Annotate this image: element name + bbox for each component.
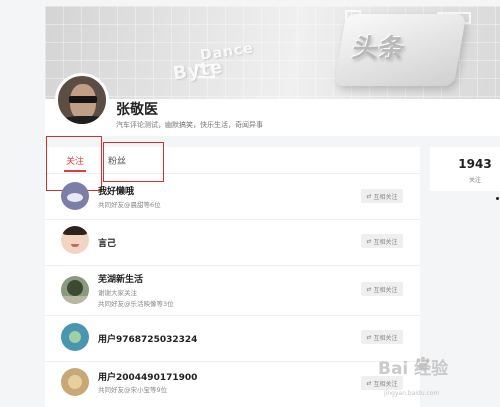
user-description: 谢谢大家关注 [98, 289, 137, 297]
watermark-url: jingyan.baidu.com [384, 390, 440, 397]
user-avatar[interactable] [61, 368, 89, 396]
user-avatar[interactable] [61, 182, 89, 210]
watermark-brand: Bai 经验 [378, 359, 449, 379]
following-count-label: 关注 [468, 177, 481, 184]
user-name[interactable]: 用户9768725032324 [98, 332, 197, 345]
swap-icon: ⇄ [366, 333, 372, 341]
profile-avatar[interactable] [55, 73, 109, 127]
mutual-friends-text: 共同好友@晨甜等6位 [98, 201, 161, 209]
user-name[interactable]: 用户2004490171900 [98, 370, 197, 383]
profile-bio: 汽车评论测试，幽默搞笑，快乐生活，奇闻异事 [116, 121, 263, 129]
mutual-follow-button[interactable]: ⇄ 互相关注 [361, 282, 403, 296]
banner-logo-text: 头条 [349, 34, 408, 64]
profile-card: Dance Byte 头条 [45, 6, 500, 136]
user-avatar[interactable] [61, 323, 89, 351]
mutual-follow-button[interactable]: ⇄ 互相关注 [361, 234, 403, 248]
swap-icon: ⇄ [366, 192, 372, 200]
swap-icon: ⇄ [366, 379, 372, 387]
mutual-friends-text: 共同好友@宋小宝等9位 [98, 386, 168, 394]
list-item[interactable]: 用户2004490171900 共同好友@宋小宝等9位 ⇄ 互相关注 [45, 362, 420, 407]
user-name[interactable]: 芜湖新生活 [98, 272, 143, 285]
swap-icon: ⇄ [366, 285, 372, 293]
user-avatar[interactable] [61, 276, 89, 304]
mutual-follow-button[interactable]: ⇄ 互相关注 [361, 330, 403, 344]
following-count[interactable]: 1943 [430, 157, 500, 171]
user-name[interactable]: 言己 [98, 236, 116, 249]
list-item[interactable]: 芜湖新生活 谢谢大家关注 共同好友@乐活映像等3位 ⇄ 互相关注 [45, 266, 420, 316]
mutual-follow-button[interactable]: ⇄ 互相关注 [361, 189, 403, 203]
list-item[interactable]: 言己 ⇄ 互相关注 [45, 220, 420, 266]
list-item[interactable]: 用户9768725032324 ⇄ 互相关注 [45, 316, 420, 362]
profile-name: 张敬医 [116, 102, 158, 118]
user-name[interactable]: 我好懒哦 [98, 184, 134, 197]
user-avatar[interactable] [61, 226, 89, 254]
profile-banner: Dance Byte 头条 [45, 6, 500, 99]
swap-icon: ⇄ [366, 237, 372, 245]
scroll-dot [496, 197, 499, 200]
list-item[interactable]: 我好懒哦 共同好友@晨甜等6位 ⇄ 互相关注 [45, 174, 420, 220]
mutual-friends-text: 共同好友@乐活映像等3位 [98, 300, 174, 308]
